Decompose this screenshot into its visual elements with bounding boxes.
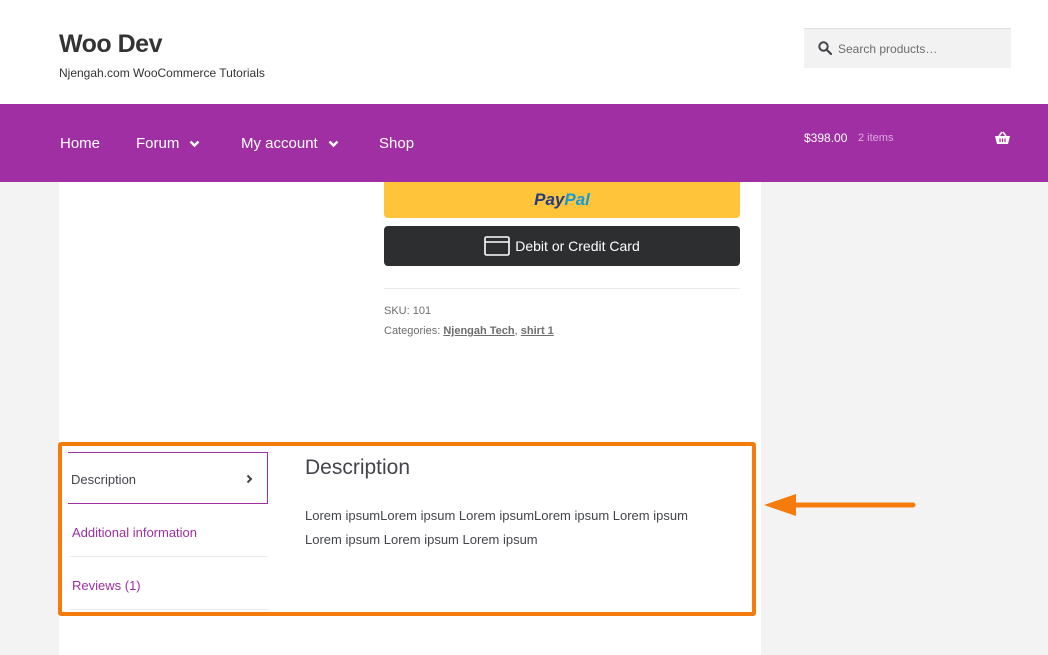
tab-separator: [70, 609, 268, 610]
categories-label: Categories:: [384, 325, 441, 337]
divider: [384, 288, 740, 289]
description-heading: Description: [305, 456, 411, 479]
site-header: Woo Dev Njengah.com WooCommerce Tutorial…: [0, 0, 1048, 104]
chevron-down-icon: [189, 140, 200, 147]
nav-item-label: Home: [60, 135, 101, 152]
nav-item-label: My account: [241, 135, 318, 152]
cart-count[interactable]: 2 items: [858, 132, 893, 144]
paypal-logo-pay: Pay: [534, 190, 565, 209]
card-button-label: Debit or Credit Card: [515, 238, 640, 254]
description-text: Lorem ipsumLorem ipsum Lorem ipsumLorem …: [305, 508, 688, 547]
tab-separator: [70, 556, 268, 557]
tab-additional-information[interactable]: Additional information: [70, 506, 268, 558]
category-link[interactable]: shirt 1: [521, 325, 554, 337]
product-sku: SKU: 101: [384, 305, 431, 317]
category-link[interactable]: Njengah Tech: [443, 325, 514, 337]
paypal-button[interactable]: Pay Pal: [384, 182, 740, 218]
sku-label: SKU:: [384, 305, 410, 317]
credit-card-icon: [484, 236, 511, 256]
site-title[interactable]: Woo Dev: [59, 30, 163, 59]
nav-item-home[interactable]: Home: [60, 135, 100, 152]
tab-label: Description: [71, 472, 137, 487]
site-tagline: Njengah.com WooCommerce Tutorials: [59, 66, 265, 80]
primary-navigation: Home Forum My account Shop $398.00 2 ite…: [0, 104, 1048, 182]
chevron-down-icon: [328, 140, 339, 147]
product-categories: Categories: Njengah Tech, shirt 1: [384, 325, 554, 337]
sku-value: 101: [412, 305, 432, 317]
search-box[interactable]: [804, 28, 1011, 68]
nav-item-label: Forum: [136, 135, 180, 152]
tab-label: Reviews (1): [72, 578, 141, 593]
search-icon: [818, 41, 832, 55]
nav-item-shop[interactable]: Shop: [379, 135, 414, 152]
nav-item-label: Shop: [379, 135, 415, 152]
shopping-basket-icon[interactable]: [994, 131, 1011, 145]
search-input[interactable]: [836, 37, 1010, 61]
tab-description[interactable]: Description: [68, 452, 268, 504]
nav-item-my-account[interactable]: My account: [241, 135, 339, 152]
category-separator: ,: [514, 325, 518, 337]
cart-amount[interactable]: $398.00: [804, 131, 847, 145]
chevron-right-icon: [246, 474, 253, 484]
product-tabs-highlight: Description Additional information Revie…: [58, 442, 756, 616]
nav-item-forum[interactable]: Forum: [136, 135, 200, 152]
debit-credit-card-button[interactable]: Debit or Credit Card: [384, 226, 740, 266]
tab-label: Additional information: [72, 525, 198, 540]
tab-reviews[interactable]: Reviews (1): [70, 559, 268, 611]
paypal-logo-pal: Pal: [564, 190, 590, 209]
annotation-arrow-icon: [764, 494, 916, 516]
